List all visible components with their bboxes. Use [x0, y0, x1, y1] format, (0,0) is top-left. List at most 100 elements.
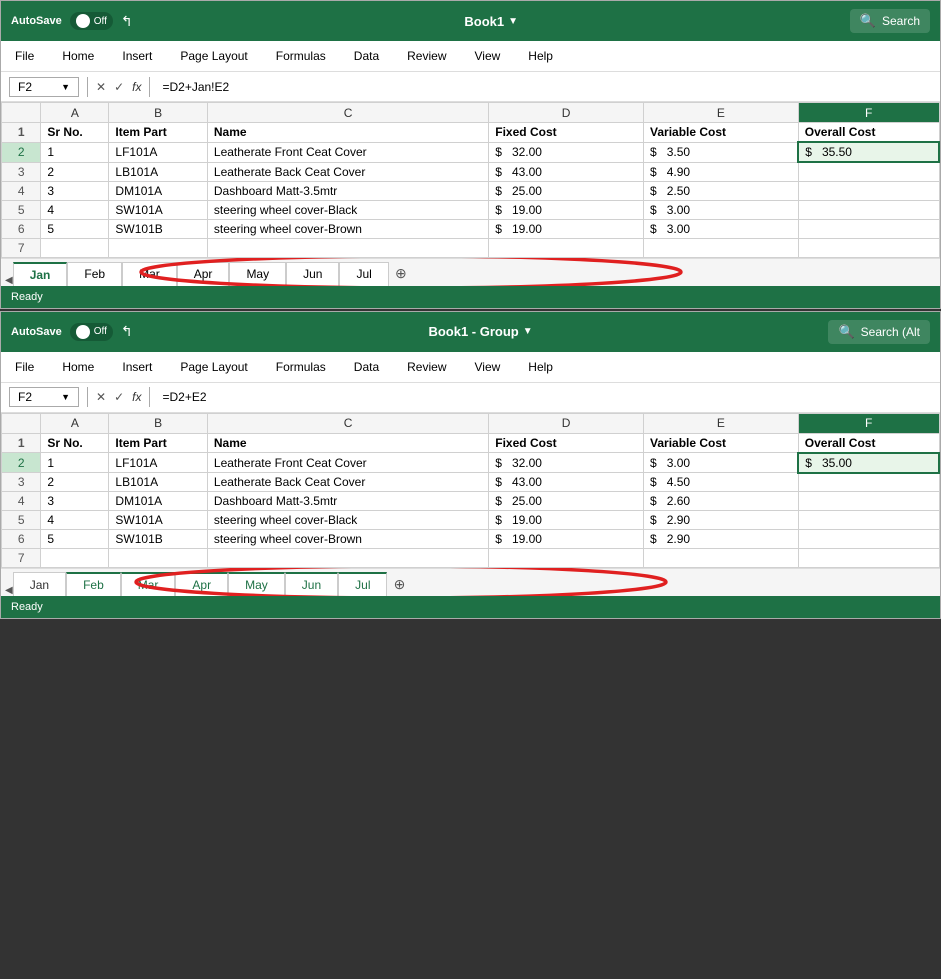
cell-a7[interactable] — [41, 238, 109, 257]
cell-d4-b[interactable]: $ 25.00 — [489, 492, 644, 511]
cell-ref-dropdown[interactable]: ▼ — [61, 82, 70, 92]
col-header-f-b[interactable]: F — [798, 413, 939, 433]
search-box-bottom[interactable]: 🔍 Search (Alt — [828, 320, 930, 344]
col-header-b-b[interactable]: B — [109, 413, 207, 433]
sheet-scroll-left[interactable]: ◀ — [5, 275, 13, 286]
cell-d3-b[interactable]: $ 43.00 — [489, 473, 644, 492]
cell-f3[interactable] — [798, 162, 939, 181]
undo-icon[interactable]: ↰ — [121, 13, 133, 30]
cell-a3-b[interactable]: 2 — [41, 473, 109, 492]
cell-c6-b[interactable]: steering wheel cover-Brown — [207, 530, 488, 549]
menu-page-layout[interactable]: Page Layout — [176, 47, 251, 65]
cell-c4[interactable]: Dashboard Matt-3.5mtr — [207, 181, 488, 200]
cell-b5[interactable]: SW101A — [109, 200, 207, 219]
cell-e4[interactable]: $ 2.50 — [644, 181, 799, 200]
cell-a4[interactable]: 3 — [41, 181, 109, 200]
cell-f2[interactable]: $ 35.50 — [798, 142, 939, 162]
cell-c1-b[interactable]: Name — [207, 433, 488, 453]
cell-b6-b[interactable]: SW101B — [109, 530, 207, 549]
cell-d5-b[interactable]: $ 19.00 — [489, 511, 644, 530]
cell-e5-b[interactable]: $ 2.90 — [644, 511, 799, 530]
col-header-c[interactable]: C — [207, 103, 488, 123]
cell-d1[interactable]: Fixed Cost — [489, 123, 644, 143]
menu-help-b[interactable]: Help — [524, 358, 557, 376]
cell-c7-b[interactable] — [207, 549, 488, 568]
tab-may[interactable]: May — [229, 262, 286, 286]
cell-e3[interactable]: $ 4.90 — [644, 162, 799, 181]
col-header-a[interactable]: A — [41, 103, 109, 123]
cell-b4-b[interactable]: DM101A — [109, 492, 207, 511]
title-dropdown-icon[interactable]: ▼ — [508, 16, 518, 27]
cell-b3[interactable]: LB101A — [109, 162, 207, 181]
cell-c3[interactable]: Leatherate Back Ceat Cover — [207, 162, 488, 181]
cell-d7-b[interactable] — [489, 549, 644, 568]
menu-home[interactable]: Home — [58, 47, 98, 65]
cancel-icon-b[interactable]: ✕ — [96, 390, 106, 404]
cell-a6-b[interactable]: 5 — [41, 530, 109, 549]
col-header-a-b[interactable]: A — [41, 413, 109, 433]
menu-page-layout-b[interactable]: Page Layout — [176, 358, 251, 376]
cell-reference-box[interactable]: F2 ▼ — [9, 77, 79, 97]
cell-c1[interactable]: Name — [207, 123, 488, 143]
cell-a4-b[interactable]: 3 — [41, 492, 109, 511]
menu-insert-b[interactable]: Insert — [118, 358, 156, 376]
cell-b2-b[interactable]: LF101A — [109, 453, 207, 473]
search-box-top[interactable]: 🔍 Search — [850, 9, 930, 33]
menu-view-b[interactable]: View — [471, 358, 505, 376]
cell-a5-b[interactable]: 4 — [41, 511, 109, 530]
cell-a3[interactable]: 2 — [41, 162, 109, 181]
cell-c3-b[interactable]: Leatherate Back Ceat Cover — [207, 473, 488, 492]
cell-c2-b[interactable]: Leatherate Front Ceat Cover — [207, 453, 488, 473]
cell-d3[interactable]: $ 43.00 — [489, 162, 644, 181]
cell-d6-b[interactable]: $ 19.00 — [489, 530, 644, 549]
cell-c6[interactable]: steering wheel cover-Brown — [207, 219, 488, 238]
confirm-icon[interactable]: ✓ — [114, 80, 124, 94]
cell-f7-b[interactable] — [798, 549, 939, 568]
autosave-toggle-bottom[interactable]: Off — [70, 323, 113, 341]
cell-e6-b[interactable]: $ 2.90 — [644, 530, 799, 549]
tab-jul-b[interactable]: Jul — [338, 572, 387, 596]
add-sheet-button-b[interactable]: ⊕ — [387, 572, 411, 596]
menu-file[interactable]: File — [11, 47, 38, 65]
cell-e7-b[interactable] — [644, 549, 799, 568]
cancel-icon[interactable]: ✕ — [96, 80, 106, 94]
cell-a5[interactable]: 4 — [41, 200, 109, 219]
undo-icon-bottom[interactable]: ↰ — [121, 323, 133, 340]
menu-data[interactable]: Data — [350, 47, 383, 65]
cell-b7[interactable] — [109, 238, 207, 257]
cell-e5[interactable]: $ 3.00 — [644, 200, 799, 219]
cell-e2-b[interactable]: $ 3.00 — [644, 453, 799, 473]
cell-c5[interactable]: steering wheel cover-Black — [207, 200, 488, 219]
menu-file-b[interactable]: File — [11, 358, 38, 376]
cell-e2[interactable]: $ 3.50 — [644, 142, 799, 162]
title-dropdown-icon-bottom[interactable]: ▼ — [523, 326, 533, 337]
cell-f4[interactable] — [798, 181, 939, 200]
menu-help[interactable]: Help — [524, 47, 557, 65]
tab-may-b[interactable]: May — [228, 572, 285, 596]
cell-f3-b[interactable] — [798, 473, 939, 492]
menu-view[interactable]: View — [471, 47, 505, 65]
tab-apr-b[interactable]: Apr — [175, 572, 228, 596]
col-header-e[interactable]: E — [644, 103, 799, 123]
cell-d5[interactable]: $ 19.00 — [489, 200, 644, 219]
cell-f5-b[interactable] — [798, 511, 939, 530]
cell-b5-b[interactable]: SW101A — [109, 511, 207, 530]
confirm-icon-b[interactable]: ✓ — [114, 390, 124, 404]
sheet-scroll-left-b[interactable]: ◀ — [5, 585, 13, 596]
menu-review[interactable]: Review — [403, 47, 450, 65]
cell-a2[interactable]: 1 — [41, 142, 109, 162]
col-header-b[interactable]: B — [109, 103, 207, 123]
cell-a6[interactable]: 5 — [41, 219, 109, 238]
cell-f4-b[interactable] — [798, 492, 939, 511]
cell-d1-b[interactable]: Fixed Cost — [489, 433, 644, 453]
menu-review-b[interactable]: Review — [403, 358, 450, 376]
col-header-c-b[interactable]: C — [207, 413, 488, 433]
col-header-e-b[interactable]: E — [644, 413, 799, 433]
cell-d2[interactable]: $ 32.00 — [489, 142, 644, 162]
cell-e3-b[interactable]: $ 4.50 — [644, 473, 799, 492]
cell-a7-b[interactable] — [41, 549, 109, 568]
cell-c7[interactable] — [207, 238, 488, 257]
menu-data-b[interactable]: Data — [350, 358, 383, 376]
menu-insert[interactable]: Insert — [118, 47, 156, 65]
formula-input[interactable]: =D2+Jan!E2 — [158, 80, 932, 94]
